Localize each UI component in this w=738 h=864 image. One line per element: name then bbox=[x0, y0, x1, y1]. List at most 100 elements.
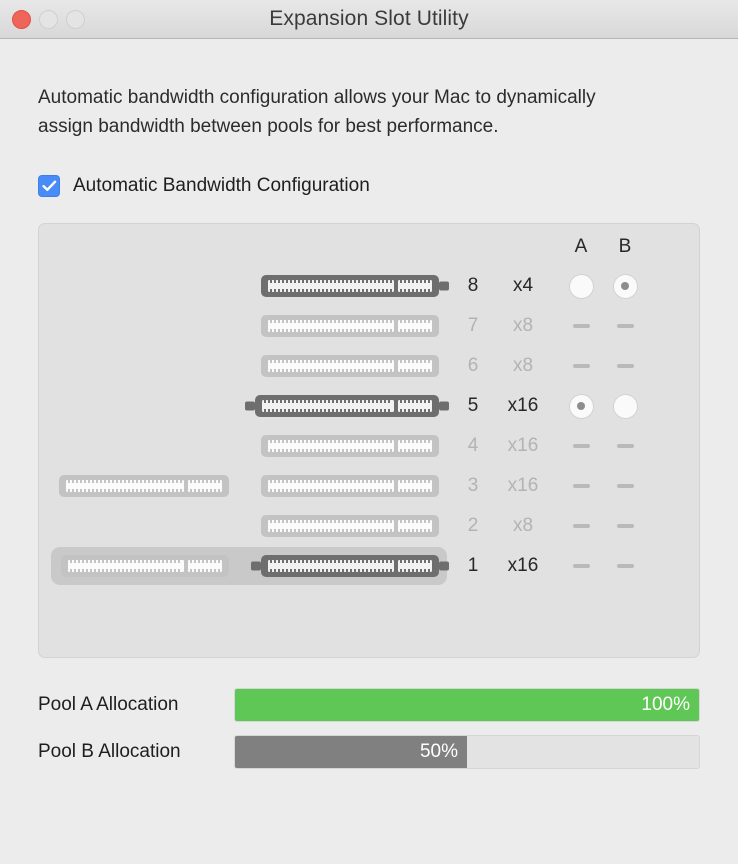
slot-row-meta: 7 x8 bbox=[449, 306, 699, 346]
slot-number: 2 bbox=[467, 515, 479, 536]
pcie-slot-empty-icon bbox=[61, 555, 229, 577]
slot-number: 8 bbox=[467, 275, 479, 296]
slot-contacts-long bbox=[268, 440, 394, 452]
pool-a-unavailable-dash-icon bbox=[572, 444, 590, 448]
slot-connector-graphic bbox=[39, 266, 449, 306]
pool-b-unavailable-dash-icon bbox=[616, 324, 634, 328]
slot-number: 6 bbox=[467, 355, 479, 376]
pool-a-cell bbox=[561, 506, 601, 546]
slot-contacts-long bbox=[262, 400, 394, 412]
slot-contacts-long bbox=[268, 560, 394, 572]
window-titlebar: Expansion Slot Utility bbox=[0, 0, 738, 39]
pool-a-cell bbox=[561, 306, 601, 346]
pcie-slot-empty-icon bbox=[261, 315, 439, 337]
slot-lane-width: x16 bbox=[507, 555, 539, 576]
pool-a-unavailable-dash-icon bbox=[572, 484, 590, 488]
pool-b-cell[interactable] bbox=[605, 386, 645, 426]
column-header-a: A bbox=[574, 236, 588, 257]
slot-number: 3 bbox=[467, 475, 479, 496]
slot-tab-right-icon bbox=[439, 561, 449, 571]
slot-tab-left-icon bbox=[245, 401, 255, 411]
pool-b-allocation-bar: 50% bbox=[234, 735, 700, 769]
pool-b-cell bbox=[605, 546, 645, 586]
pool-a-unavailable-dash-icon bbox=[572, 324, 590, 328]
pool-b-cell[interactable] bbox=[605, 266, 645, 306]
pool-b-radio[interactable] bbox=[612, 393, 638, 419]
slot-row: 8 x4 bbox=[39, 266, 699, 306]
pool-a-allocation-fill: 100% bbox=[235, 689, 699, 721]
pool-b-unavailable-dash-icon bbox=[616, 564, 634, 568]
maximize-button-icon[interactable] bbox=[66, 9, 85, 29]
pool-b-unavailable-dash-icon bbox=[616, 524, 634, 528]
slot-row-meta: 5 x16 bbox=[449, 386, 699, 426]
slot-connector-graphic bbox=[39, 386, 449, 426]
slot-contacts-short bbox=[398, 400, 432, 412]
pool-b-cell bbox=[605, 346, 645, 386]
column-header-b: B bbox=[618, 236, 632, 257]
slot-number: 4 bbox=[467, 435, 479, 456]
slot-tab-right-icon bbox=[439, 281, 449, 291]
slot-contacts-long bbox=[268, 320, 394, 332]
pcie-card-installed-icon bbox=[251, 555, 449, 577]
slot-connector-graphic bbox=[39, 346, 449, 386]
slot-lane-width: x16 bbox=[507, 475, 539, 496]
auto-bandwidth-config-checkbox[interactable] bbox=[38, 175, 60, 197]
minimize-button-icon[interactable] bbox=[39, 9, 58, 29]
slot-contacts-short bbox=[398, 560, 432, 572]
slot-row: 7 x8 bbox=[39, 306, 699, 346]
slot-contacts-long bbox=[268, 520, 394, 532]
slot-number: 1 bbox=[467, 555, 479, 576]
slot-lane-width: x8 bbox=[512, 355, 534, 376]
slot-row-meta: 1 x16 bbox=[449, 546, 699, 586]
pool-a-allocation-bar: 100% bbox=[234, 688, 700, 722]
slot-contacts-short bbox=[398, 480, 432, 492]
slot-contacts-short bbox=[188, 560, 222, 572]
pool-a-unavailable-dash-icon bbox=[572, 524, 590, 528]
pool-a-unavailable-dash-icon bbox=[572, 564, 590, 568]
pool-a-cell bbox=[561, 546, 601, 586]
pool-a-radio[interactable] bbox=[568, 273, 594, 299]
close-button-icon[interactable] bbox=[12, 9, 31, 29]
pool-a-cell[interactable] bbox=[561, 386, 601, 426]
slot-contacts-short bbox=[398, 440, 432, 452]
auto-bandwidth-config-row[interactable]: Automatic Bandwidth Configuration bbox=[38, 175, 700, 197]
pool-a-unavailable-dash-icon bbox=[572, 364, 590, 368]
slot-tab-left-icon bbox=[251, 561, 261, 571]
slot-row-meta: 6 x8 bbox=[449, 346, 699, 386]
slot-row: 5 x16 bbox=[39, 386, 699, 426]
radio-dot-icon bbox=[621, 282, 629, 290]
checkmark-icon bbox=[41, 180, 57, 192]
slot-row: 4 x16 bbox=[39, 426, 699, 466]
slot-row-list: 8 x4 7 x8 6 x8 5 x16 4 x16 3 x16 2 x8 1 x16 bbox=[39, 266, 699, 586]
pool-a-radio[interactable] bbox=[568, 393, 594, 419]
window-title: Expansion Slot Utility bbox=[269, 7, 469, 30]
pcie-slot-empty-icon bbox=[261, 435, 439, 457]
pool-b-cell bbox=[605, 506, 645, 546]
slot-row-meta: 4 x16 bbox=[449, 426, 699, 466]
pool-a-cell bbox=[561, 426, 601, 466]
pcie-card-installed-icon bbox=[245, 395, 449, 417]
auto-bandwidth-config-label: Automatic Bandwidth Configuration bbox=[73, 175, 370, 196]
pool-a-allocation-value: 100% bbox=[641, 694, 690, 715]
slot-lane-width: x8 bbox=[512, 315, 534, 336]
slot-row: 1 x16 bbox=[39, 546, 699, 586]
slot-row: 2 x8 bbox=[39, 506, 699, 546]
slot-contacts-short bbox=[398, 280, 432, 292]
pool-b-allocation-value: 50% bbox=[419, 741, 458, 762]
pcie-slot-empty-icon bbox=[261, 515, 439, 537]
slot-row-meta: 2 x8 bbox=[449, 506, 699, 546]
pcie-slot-empty-icon bbox=[261, 355, 439, 377]
pcie-slot-empty-icon bbox=[261, 475, 439, 497]
pool-b-cell bbox=[605, 466, 645, 506]
pool-allocation-section: Pool A Allocation 100% Pool B Allocation… bbox=[38, 688, 700, 769]
slot-connector-graphic bbox=[39, 546, 449, 586]
slot-table-column-headers: A B bbox=[39, 236, 699, 262]
pool-a-allocation-row: Pool A Allocation 100% bbox=[38, 688, 700, 722]
slot-lane-width: x4 bbox=[512, 275, 534, 296]
slot-connector-graphic bbox=[39, 466, 449, 506]
pool-a-cell[interactable] bbox=[561, 266, 601, 306]
slot-row-meta: 8 x4 bbox=[449, 266, 699, 306]
pool-b-radio[interactable] bbox=[612, 273, 638, 299]
slot-contacts-long bbox=[268, 280, 394, 292]
slot-lane-width: x16 bbox=[507, 435, 539, 456]
